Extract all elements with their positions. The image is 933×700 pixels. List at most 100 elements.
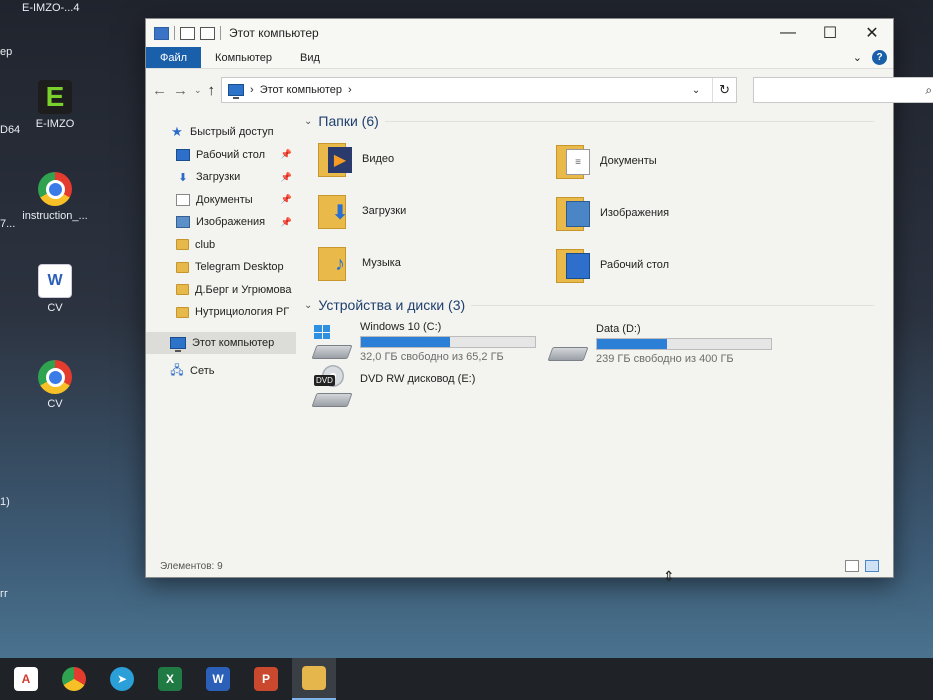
taskbar-item-chrome[interactable] xyxy=(52,658,96,700)
search-icon: ⌕ xyxy=(925,82,933,97)
sidebar-item-nutrition[interactable]: Нутрициология РГ xyxy=(146,301,296,324)
sidebar-item-label: Изображения xyxy=(196,216,266,229)
maximize-button[interactable]: ☐ xyxy=(809,19,851,47)
up-button[interactable]: ↑ xyxy=(208,82,216,99)
breadcrumb-separator[interactable]: › xyxy=(250,84,254,96)
desktop-label-crop: гг xyxy=(0,588,9,600)
sidebar-item-berg[interactable]: Д.Берг и Угрюмова xyxy=(146,279,296,302)
documents-folder-icon: ≡ xyxy=(556,143,592,179)
sidebar-item-pictures[interactable]: Изображения 📌 xyxy=(146,211,296,234)
sidebar-item-label: Быстрый доступ xyxy=(190,126,274,139)
folder-desktop[interactable]: Рабочий стол xyxy=(556,247,669,283)
navigation-pane: ★ Быстрый доступ Рабочий стол 📌 ⬇ Загруз… xyxy=(146,111,296,557)
back-button[interactable]: ← xyxy=(152,82,167,99)
recent-dropdown-icon[interactable]: ⌄ xyxy=(194,85,202,96)
desktop-label-top: E-IMZO-...4 xyxy=(22,2,80,14)
taskbar-item-telegram[interactable]: ➤ xyxy=(100,658,144,700)
tab-file[interactable]: Файл xyxy=(146,47,202,68)
minimize-button[interactable]: — xyxy=(767,19,809,47)
tab-view[interactable]: Вид xyxy=(286,47,334,68)
item-count: Элементов: 9 xyxy=(160,560,223,572)
taskbar-item-explorer[interactable] xyxy=(292,658,336,700)
windows-logo-icon xyxy=(314,325,330,339)
drive-e-dvd[interactable]: DVD DVD RW дисковод (E:) xyxy=(311,365,476,407)
desktop-icon-cv-word[interactable]: W CV xyxy=(18,264,92,314)
taskbar-item-word[interactable]: W xyxy=(196,658,240,700)
desktop-icon-eimzo[interactable]: E E-IMZO xyxy=(18,80,92,130)
taskbar-item-acrobat[interactable]: A xyxy=(4,658,48,700)
chevron-down-icon[interactable]: ⌄ xyxy=(853,51,862,64)
desktop-icon-instruction[interactable]: instruction_... xyxy=(18,172,92,222)
folder-video[interactable]: ▶ Видео xyxy=(318,141,394,177)
powerpoint-icon: P xyxy=(254,667,278,691)
desktop-icon-cv-chrome[interactable]: CV xyxy=(18,360,92,410)
breadcrumb[interactable]: Этот компьютер xyxy=(260,84,342,96)
divider xyxy=(220,26,221,40)
sidebar-item-network[interactable]: 🖧 Сеть xyxy=(146,360,296,383)
search-input[interactable]: ⌕ xyxy=(753,77,933,103)
folder-icon xyxy=(176,306,189,318)
large-icons-view-icon[interactable] xyxy=(865,560,879,572)
pictures-icon xyxy=(176,216,190,229)
chrome-icon xyxy=(38,172,72,206)
ribbon-tabs: Файл Компьютер Вид ⌄ ? xyxy=(146,47,893,69)
hard-drive-icon xyxy=(311,325,353,359)
folder-music[interactable]: ♪ Музыка xyxy=(318,245,401,281)
folder-label: Загрузки xyxy=(362,205,407,217)
refresh-button[interactable]: ↻ xyxy=(712,78,736,102)
close-button[interactable]: ✕ xyxy=(851,19,893,47)
sidebar-item-downloads[interactable]: ⬇ Загрузки 📌 xyxy=(146,166,296,189)
folder-label: Рабочий стол xyxy=(600,259,670,271)
sidebar-item-desktop[interactable]: Рабочий стол 📌 xyxy=(146,144,296,167)
drive-name: Data (D:) xyxy=(596,323,641,335)
taskbar-item-excel[interactable]: X xyxy=(148,658,192,700)
tab-computer[interactable]: Компьютер xyxy=(201,47,286,68)
folder-pictures[interactable]: Изображения xyxy=(556,195,669,231)
pin-icon: 📌 xyxy=(280,216,292,227)
pin-icon: 📌 xyxy=(280,149,292,160)
help-icon[interactable]: ? xyxy=(872,50,887,65)
drive-c[interactable]: Windows 10 (C:) 32,0 ГБ свободно из 65,2… xyxy=(311,321,536,363)
drive-free-space: 239 ГБ свободно из 400 ГБ xyxy=(596,353,734,365)
explorer-window: Этот компьютер — ☐ ✕ Файл Компьютер Вид … xyxy=(145,18,933,578)
explorer-icon xyxy=(302,666,326,690)
folders-group-header[interactable]: ⌄ Папки (6) xyxy=(304,113,874,129)
sidebar-item-club[interactable]: club xyxy=(146,234,296,257)
taskbar-item-powerpoint[interactable]: P xyxy=(244,658,288,700)
drive-d[interactable]: Data (D:) 239 ГБ свободно из 400 ГБ xyxy=(547,323,772,365)
computer-icon xyxy=(228,84,245,99)
desktop-label-crop: 7... xyxy=(0,218,16,230)
address-dropdown-icon[interactable]: ⌄ xyxy=(686,85,706,96)
folder-documents[interactable]: ≡ Документы xyxy=(556,143,657,179)
new-folder-icon[interactable] xyxy=(200,26,215,40)
dvd-badge: DVD xyxy=(314,375,335,386)
forward-button[interactable]: → xyxy=(173,82,188,99)
address-bar[interactable]: › Этот компьютер › ⌄ ↻ xyxy=(221,77,738,103)
acrobat-icon: A xyxy=(14,667,38,691)
sidebar-item-telegram-desktop[interactable]: Telegram Desktop xyxy=(146,256,296,279)
resize-cursor-icon: ⇕ xyxy=(663,568,675,584)
divider xyxy=(174,26,175,40)
folder-downloads[interactable]: ⬇ Загрузки xyxy=(318,193,406,229)
title-bar[interactable]: Этот компьютер — ☐ ✕ xyxy=(146,19,893,47)
quick-access-toolbar xyxy=(146,26,221,40)
sidebar-item-quick-access[interactable]: ★ Быстрый доступ xyxy=(146,121,296,144)
drive-name: Windows 10 (C:) xyxy=(360,321,442,333)
sidebar-item-label: Рабочий стол xyxy=(196,148,266,161)
devices-group-header[interactable]: ⌄ Устройства и диски (3) xyxy=(304,297,874,313)
folder-label: Документы xyxy=(600,155,657,167)
excel-icon: X xyxy=(158,667,182,691)
breadcrumb-separator[interactable]: › xyxy=(348,84,352,96)
desktop-icon-label: E-IMZO xyxy=(35,118,75,130)
documents-icon xyxy=(176,193,190,206)
properties-icon[interactable] xyxy=(180,26,195,40)
pin-icon: 📌 xyxy=(280,171,292,182)
window-title: Этот компьютер xyxy=(229,26,319,40)
sidebar-item-documents[interactable]: Документы 📌 xyxy=(146,189,296,212)
desktop-icon-label: CV xyxy=(47,398,63,410)
drive-name: DVD RW дисковод (E:) xyxy=(360,373,476,385)
sidebar-item-label: Документы xyxy=(196,193,253,206)
details-view-icon[interactable] xyxy=(845,560,859,572)
downloads-folder-icon: ⬇ xyxy=(318,193,354,229)
sidebar-item-this-pc[interactable]: Этот компьютер xyxy=(146,331,296,354)
